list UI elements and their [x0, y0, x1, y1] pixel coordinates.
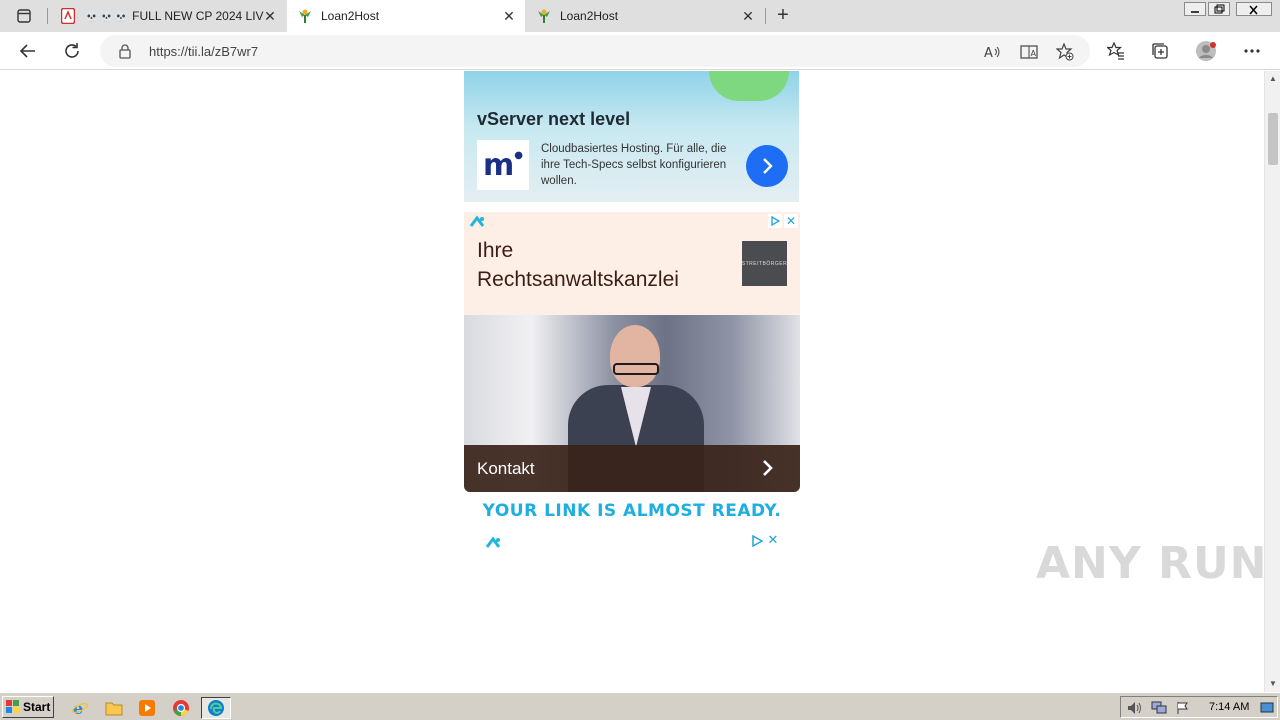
- tab-title: 💀💀💀 FULL NEW CP 2024 LIVES: [84, 9, 264, 23]
- lawfirm-ad[interactable]: ✕ Ihre Rechtsanwaltskanzlei STREITBÖRGER…: [464, 212, 800, 492]
- contact-button[interactable]: Kontakt: [464, 445, 800, 492]
- tab-title: Loan2Host: [321, 9, 380, 23]
- internet-explorer-icon[interactable]: e: [68, 697, 92, 719]
- contact-label: Kontakt: [477, 459, 535, 478]
- ad-description[interactable]: Cloudbasiertes Hosting. Für alle, die ih…: [541, 141, 741, 189]
- scroll-up-icon[interactable]: ▲: [1269, 75, 1277, 83]
- ad-headline[interactable]: vServer next level: [477, 109, 630, 130]
- scroll-down-icon[interactable]: ▼: [1269, 680, 1277, 688]
- tab-actions-icon[interactable]: [8, 6, 40, 26]
- restore-button[interactable]: [1208, 2, 1230, 16]
- profile-avatar[interactable]: [1195, 40, 1217, 62]
- scroll-thumb[interactable]: [1268, 113, 1278, 165]
- loan2host-logo-icon: [536, 8, 552, 24]
- show-desktop-icon[interactable]: [1259, 700, 1275, 716]
- anyrun-watermark: ANY RUN: [1036, 538, 1268, 589]
- tab-loan2host-active[interactable]: Loan2Host ✕: [287, 0, 525, 32]
- close-tab-icon[interactable]: ✕: [501, 8, 517, 24]
- more-menu-icon[interactable]: [1241, 40, 1263, 62]
- file-explorer-icon[interactable]: [102, 697, 126, 719]
- system-tray: 7:14 AM: [1120, 696, 1278, 718]
- start-button[interactable]: Start: [2, 696, 54, 718]
- url-text[interactable]: https://tii.la/zB7wr7: [149, 44, 258, 59]
- network-icon[interactable]: [1151, 700, 1167, 716]
- person-head: [610, 325, 660, 387]
- lock-icon[interactable]: [118, 43, 132, 64]
- chrome-icon[interactable]: [169, 697, 193, 719]
- adchoices-icon[interactable]: [768, 214, 782, 228]
- collections-icon[interactable]: [1149, 40, 1171, 62]
- close-ad-icon[interactable]: ✕: [766, 533, 780, 547]
- windows-flag-icon: [6, 700, 19, 713]
- refresh-button[interactable]: [61, 40, 83, 62]
- close-ad-icon[interactable]: ✕: [784, 214, 798, 228]
- chevron-right-icon: [763, 460, 773, 476]
- back-button[interactable]: [17, 40, 39, 62]
- add-favorite-icon[interactable]: [1056, 43, 1074, 61]
- ad-strip[interactable]: ✕: [482, 533, 782, 551]
- svg-text:A: A: [984, 46, 993, 60]
- tab-cp-lives[interactable]: 💀💀💀 FULL NEW CP 2024 LIVES ✕: [48, 0, 286, 32]
- loan2host-logo-icon: [297, 8, 313, 24]
- firm-logo[interactable]: STREITBÖRGER: [742, 241, 787, 286]
- ad-next-button[interactable]: [746, 145, 788, 187]
- favorites-icon[interactable]: [1105, 40, 1127, 62]
- edge-icon[interactable]: [201, 697, 231, 719]
- link-ready-message: YOUR LINK IS ALMOST READY.: [482, 501, 782, 521]
- tab-loan2host[interactable]: Loan2Host ✕: [526, 0, 764, 32]
- read-aloud-icon[interactable]: A: [984, 43, 1002, 61]
- taskbar: Start e 7:14 AM: [0, 692, 1280, 720]
- page-content: vServer next level m ● Cloudbasiertes Hos…: [0, 71, 1264, 692]
- logo-text: m: [483, 147, 515, 183]
- ad-headline[interactable]: Ihre Rechtsanwaltskanzlei: [477, 236, 717, 294]
- vserver-ad[interactable]: vServer next level m ● Cloudbasiertes Hos…: [464, 71, 799, 202]
- minimize-button[interactable]: [1184, 2, 1206, 16]
- svg-text:A: A: [1031, 49, 1037, 58]
- start-label: Start: [23, 700, 51, 714]
- person-glasses: [613, 363, 659, 375]
- tab-title: Loan2Host: [560, 9, 619, 23]
- ad-network-icon[interactable]: [469, 215, 485, 229]
- close-window-button[interactable]: [1236, 2, 1272, 16]
- new-tab-button[interactable]: +: [772, 5, 794, 27]
- immersive-reader-icon[interactable]: A: [1020, 43, 1038, 61]
- ad-illustration: [709, 71, 789, 101]
- volume-icon[interactable]: [1127, 700, 1143, 716]
- adchoices-icon[interactable]: [750, 534, 764, 548]
- close-tab-icon[interactable]: ✕: [262, 8, 278, 24]
- chevron-right-icon: [763, 158, 773, 174]
- pdf-icon: [60, 8, 76, 24]
- clock[interactable]: 7:14 AM: [1209, 701, 1249, 713]
- logo-dot: ●: [514, 149, 523, 161]
- mittwald-logo[interactable]: m ●: [477, 140, 529, 190]
- tab-separator: [765, 8, 766, 24]
- action-center-flag-icon[interactable]: [1175, 700, 1191, 716]
- tab-strip: 💀💀💀 FULL NEW CP 2024 LIVES ✕ Loan2Host ✕…: [0, 0, 1280, 32]
- address-toolbar: https://tii.la/zB7wr7 A A: [0, 32, 1280, 70]
- vertical-scrollbar[interactable]: ▲ ▼: [1264, 71, 1280, 692]
- media-player-icon[interactable]: [135, 697, 159, 719]
- address-bar[interactable]: https://tii.la/zB7wr7 A A: [100, 35, 1090, 67]
- close-tab-icon[interactable]: ✕: [740, 8, 756, 24]
- ad-network-icon[interactable]: [485, 536, 501, 550]
